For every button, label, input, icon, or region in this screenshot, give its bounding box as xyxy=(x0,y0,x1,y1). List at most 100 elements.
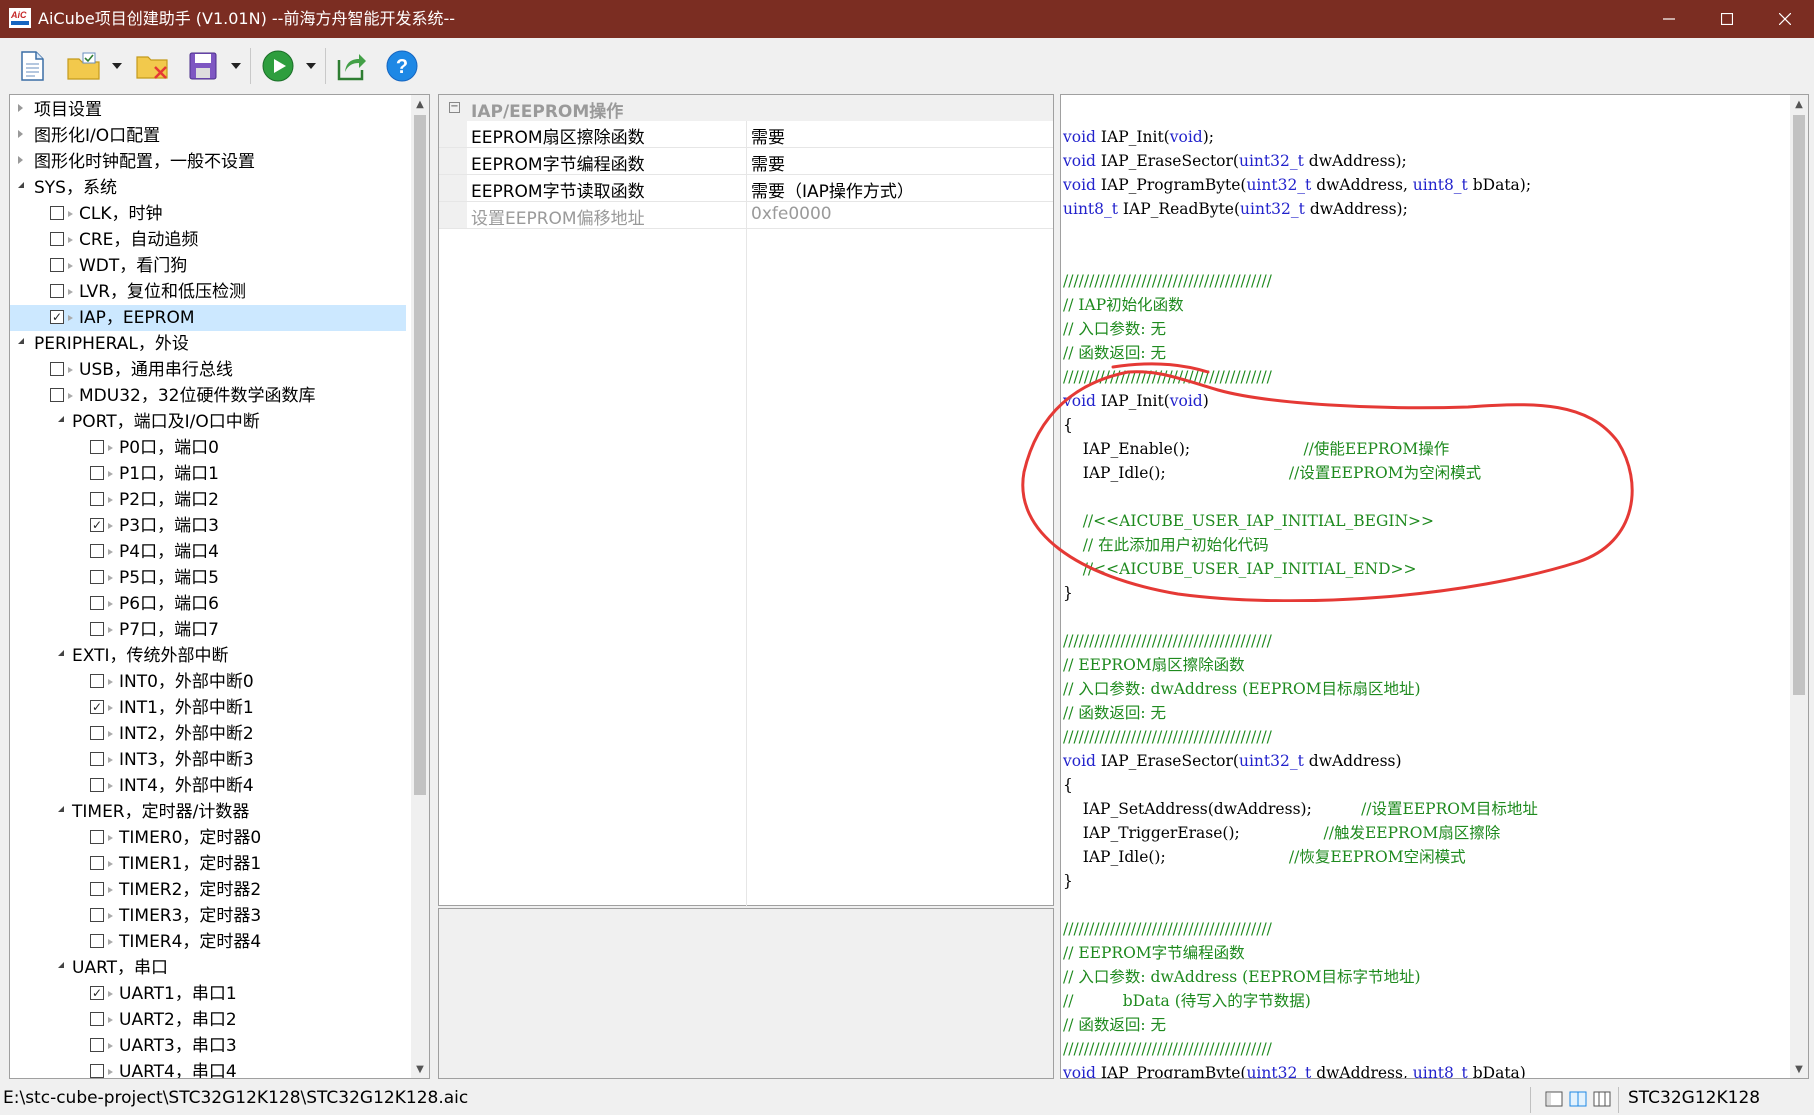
property-value[interactable]: 需要（IAP操作方式） xyxy=(751,177,914,202)
tree-item[interactable]: PORT，端口及I/O口中断 xyxy=(10,409,406,435)
property-row[interactable]: EEPROM字节读取函数 需要（IAP操作方式） xyxy=(439,175,1053,202)
expanded-icon[interactable] xyxy=(58,806,64,812)
expanded-icon[interactable] xyxy=(18,338,24,344)
tree-item[interactable]: P1口，端口1 xyxy=(10,461,406,487)
code-scroll-thumb[interactable] xyxy=(1793,115,1805,695)
checkbox[interactable] xyxy=(90,908,104,922)
tree-item[interactable]: P0口，端口0 xyxy=(10,435,406,461)
checkbox[interactable] xyxy=(90,1038,104,1052)
tree-item[interactable]: LVR，复位和低压检测 xyxy=(10,279,406,305)
scroll-up-icon[interactable]: ▲ xyxy=(411,95,429,113)
checkbox[interactable] xyxy=(90,934,104,948)
run-button[interactable] xyxy=(258,46,298,86)
tree-item[interactable]: TIMER0，定时器0 xyxy=(10,825,406,851)
checkbox[interactable] xyxy=(90,674,104,688)
checkbox[interactable] xyxy=(90,544,104,558)
scroll-down-icon[interactable]: ▼ xyxy=(411,1060,429,1078)
new-file-button[interactable] xyxy=(12,46,52,86)
checkbox[interactable] xyxy=(90,856,104,870)
tree-item[interactable]: ✓ IAP，EEPROM xyxy=(10,305,406,331)
close-project-button[interactable] xyxy=(133,46,173,86)
tree-item[interactable]: TIMER4，定时器4 xyxy=(10,929,406,955)
tree-item[interactable]: TIMER2，定时器2 xyxy=(10,877,406,903)
checkbox[interactable] xyxy=(90,466,104,480)
three-pane-view-icon[interactable] xyxy=(1592,1089,1612,1109)
tree-item[interactable]: UART2，串口2 xyxy=(10,1007,406,1033)
tree-item[interactable]: MDU32，32位硬件数学函数库 xyxy=(10,383,406,409)
checkbox[interactable] xyxy=(90,1012,104,1026)
tree-scrollbar[interactable]: ▲ ▼ xyxy=(411,95,429,1078)
checkbox[interactable]: ✓ xyxy=(90,986,104,1000)
code-scrollbar[interactable]: ▲ ▼ xyxy=(1790,95,1808,1078)
save-button[interactable] xyxy=(183,46,223,86)
tree-item[interactable]: 图形化I/O口配置 xyxy=(10,123,406,149)
property-row[interactable]: EEPROM扇区擦除函数 需要 xyxy=(439,121,1053,148)
checkbox[interactable] xyxy=(50,388,64,402)
expanded-icon[interactable] xyxy=(58,416,64,422)
split-view-icon[interactable] xyxy=(1568,1089,1588,1109)
checkbox[interactable] xyxy=(50,206,64,220)
tree-item[interactable]: ✓ INT1，外部中断1 xyxy=(10,695,406,721)
collapsed-icon[interactable] xyxy=(18,104,23,112)
checkbox[interactable] xyxy=(50,284,64,298)
tree-item[interactable]: 项目设置 xyxy=(10,97,406,123)
collapse-icon[interactable]: − xyxy=(449,102,460,113)
maximize-button[interactable] xyxy=(1698,0,1756,38)
tree-item[interactable]: P2口，端口2 xyxy=(10,487,406,513)
tree-item[interactable]: TIMER，定时器/计数器 xyxy=(10,799,406,825)
tree-item[interactable]: EXTI，传统外部中断 xyxy=(10,643,406,669)
run-dropdown-arrow[interactable] xyxy=(306,63,316,69)
checkbox[interactable] xyxy=(90,622,104,636)
collapsed-icon[interactable] xyxy=(18,130,23,138)
open-project-button[interactable] xyxy=(64,46,104,86)
expanded-icon[interactable] xyxy=(58,962,64,968)
help-button[interactable]: ? xyxy=(382,46,422,86)
tree-item[interactable]: UART4，串口4 xyxy=(10,1059,406,1078)
checkbox[interactable] xyxy=(90,492,104,506)
property-row[interactable]: EEPROM字节编程函数 需要 xyxy=(439,148,1053,175)
tree-item[interactable]: INT4，外部中断4 xyxy=(10,773,406,799)
tree-item[interactable]: INT0，外部中断0 xyxy=(10,669,406,695)
tree-item[interactable]: P4口，端口4 xyxy=(10,539,406,565)
tree-item[interactable]: P7口，端口7 xyxy=(10,617,406,643)
checkbox[interactable] xyxy=(90,882,104,896)
property-category[interactable]: − IAP/EEPROM操作 xyxy=(439,95,1053,122)
checkbox[interactable] xyxy=(50,362,64,376)
checkbox[interactable]: ✓ xyxy=(50,310,64,324)
property-value[interactable]: 0xfe0000 xyxy=(751,204,832,224)
tree-item[interactable]: P5口，端口5 xyxy=(10,565,406,591)
checkbox[interactable] xyxy=(90,596,104,610)
expanded-icon[interactable] xyxy=(18,182,24,188)
tree-item[interactable]: PERIPHERAL，外设 xyxy=(10,331,406,357)
property-value[interactable]: 需要 xyxy=(751,123,785,148)
export-button[interactable] xyxy=(332,46,372,86)
checkbox[interactable] xyxy=(50,232,64,246)
tree-item[interactable]: INT2，外部中断2 xyxy=(10,721,406,747)
tree-item[interactable]: UART3，串口3 xyxy=(10,1033,406,1059)
checkbox[interactable]: ✓ xyxy=(90,518,104,532)
tree-item[interactable]: CRE，自动追频 xyxy=(10,227,406,253)
close-window-button[interactable] xyxy=(1756,0,1814,38)
module-tree[interactable]: 项目设置 图形化I/O口配置 图形化时钟配置，一般不设置 SYS，系统 CLK，时钟 CR… xyxy=(9,94,430,1079)
tree-item[interactable]: SYS，系统 xyxy=(10,175,406,201)
tree-scroll-thumb[interactable] xyxy=(414,115,426,795)
tree-item[interactable]: TIMER3，定时器3 xyxy=(10,903,406,929)
checkbox[interactable] xyxy=(90,440,104,454)
scroll-down-icon[interactable]: ▼ xyxy=(1790,1060,1808,1078)
checkbox[interactable] xyxy=(50,258,64,272)
tree-item[interactable]: WDT，看门狗 xyxy=(10,253,406,279)
tree-item[interactable]: ✓ P3口，端口3 xyxy=(10,513,406,539)
scroll-up-icon[interactable]: ▲ xyxy=(1790,95,1808,113)
checkbox[interactable] xyxy=(90,778,104,792)
minimize-button[interactable] xyxy=(1640,0,1698,38)
single-pane-view-icon[interactable] xyxy=(1544,1089,1564,1109)
open-dropdown-arrow[interactable] xyxy=(112,63,122,69)
tree-item[interactable]: CLK，时钟 xyxy=(10,201,406,227)
checkbox[interactable] xyxy=(90,830,104,844)
tree-item[interactable]: UART，串口 xyxy=(10,955,406,981)
property-row[interactable]: 设置EEPROM偏移地址 0xfe0000 xyxy=(439,202,1053,229)
tree-item[interactable]: 图形化时钟配置，一般不设置 xyxy=(10,149,406,175)
expanded-icon[interactable] xyxy=(58,650,64,656)
collapsed-icon[interactable] xyxy=(18,156,23,164)
tree-item[interactable]: INT3，外部中断3 xyxy=(10,747,406,773)
